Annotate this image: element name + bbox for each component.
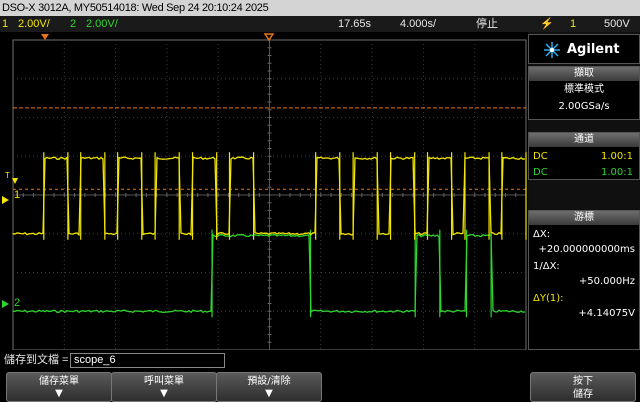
title-bar: DSO-X 3012A, MY50514018: Wed Sep 24 20:1…	[0, 0, 640, 16]
down-arrow-icon: ▼	[160, 388, 168, 399]
softkey-label-2: 儲存	[573, 389, 593, 400]
ch1-number[interactable]: 1	[2, 16, 8, 32]
ch2-marker-label: 2	[14, 297, 20, 309]
ch1-row: DC 1.00:1	[529, 150, 639, 163]
channel-box[interactable]: 通道 DC 1.00:1 DC 1.00:1	[528, 132, 640, 180]
softkey-save-menu[interactable]: 儲存菜單 ▼	[6, 372, 112, 402]
ch2-row: DC 1.00:1	[529, 166, 639, 179]
ch2-probe: 1.00:1	[601, 167, 633, 178]
softkey-recall-menu[interactable]: 呼叫菜單 ▼	[111, 372, 217, 402]
acquire-mode: 標準模式	[564, 84, 604, 95]
ch2-coupling: DC	[533, 167, 548, 178]
delta-x-label: ΔX:	[533, 229, 551, 240]
ch1-probe: 1.00:1	[601, 151, 633, 162]
ch2-number[interactable]: 2	[70, 16, 76, 32]
trigger-position-marker[interactable]	[41, 34, 49, 40]
ch2-scale[interactable]: 2.00V/	[86, 16, 118, 32]
time-offset[interactable]: 17.65s	[338, 16, 371, 32]
acquire-header: 擷取	[529, 67, 639, 81]
softkey-bar: 儲存菜單 ▼ 呼叫菜單 ▼ 預設/清除 ▼ 按下 儲存	[0, 370, 640, 402]
ch1-scale[interactable]: 2.00V/	[18, 16, 50, 32]
waveform-display[interactable]: 1 2 T	[0, 32, 528, 350]
agilent-logo-icon	[543, 41, 561, 59]
trigger-level[interactable]: 500V	[604, 16, 630, 32]
trigger-label: T	[5, 171, 10, 180]
save-to-file-label: 儲存到文檔 =	[4, 354, 69, 366]
side-panel: Agilent 擷取 標準模式 2.00GSa/s 通道 DC 1.00:1 D…	[528, 32, 640, 350]
ch2-ground-marker[interactable]	[2, 300, 9, 308]
delta-y-label: ΔY(1):	[533, 293, 564, 304]
ch1-coupling: DC	[533, 151, 548, 162]
down-arrow-icon: ▼	[55, 388, 63, 399]
softkey-label: 儲存菜單	[39, 376, 79, 387]
trigger-icon: ⚡	[540, 18, 554, 30]
inverse-delta-x-label: 1/ΔX:	[533, 261, 560, 272]
down-arrow-icon: ▼	[265, 388, 273, 399]
file-name-field[interactable]: scope_6	[70, 353, 225, 368]
channel-header: 通道	[529, 133, 639, 147]
brand-box: Agilent	[528, 34, 640, 64]
brand-name: Agilent	[567, 42, 620, 57]
window-title: DSO-X 3012A, MY50514018: Wed Sep 24 20:1…	[2, 2, 269, 14]
acquire-box[interactable]: 擷取 標準模式 2.00GSa/s	[528, 66, 640, 120]
inverse-delta-x-value: +50.000Hz	[578, 276, 635, 287]
file-bar: 儲存到文檔 = scope_6	[0, 350, 640, 370]
softkey-label: 預設/清除	[247, 376, 291, 387]
timebase[interactable]: 4.000s/	[400, 16, 436, 32]
softkey-label: 按下	[573, 376, 593, 387]
softkey-label: 呼叫菜單	[144, 376, 184, 387]
softkey-default-erase[interactable]: 預設/清除 ▼	[216, 372, 322, 402]
sample-rate: 2.00GSa/s	[558, 101, 610, 112]
time-reference-marker[interactable]	[263, 33, 275, 42]
delta-y-value: +4.14075V	[578, 308, 635, 319]
ch1-ground-marker[interactable]	[2, 196, 9, 204]
marker-layer: 1 2 T	[2, 33, 275, 309]
grid-lines	[12, 39, 527, 350]
status-bar: 1 2.00V/ 2 2.00V/ 17.65s 4.000s/ 停止 ⚡ 1 …	[0, 16, 640, 32]
softkey-press-save[interactable]: 按下 儲存	[530, 372, 636, 402]
ch1-marker-label: 1	[14, 189, 20, 201]
trigger-source[interactable]: 1	[570, 16, 576, 32]
graticule: 1 2 T	[2, 33, 527, 350]
cursor-header: 游標	[529, 211, 639, 225]
run-state[interactable]: 停止	[476, 16, 498, 32]
delta-x-value: +20.000000000ms	[538, 244, 636, 255]
cursor-box[interactable]: 游標 ΔX: +20.000000000ms 1/ΔX: +50.000Hz Δ…	[528, 210, 640, 350]
